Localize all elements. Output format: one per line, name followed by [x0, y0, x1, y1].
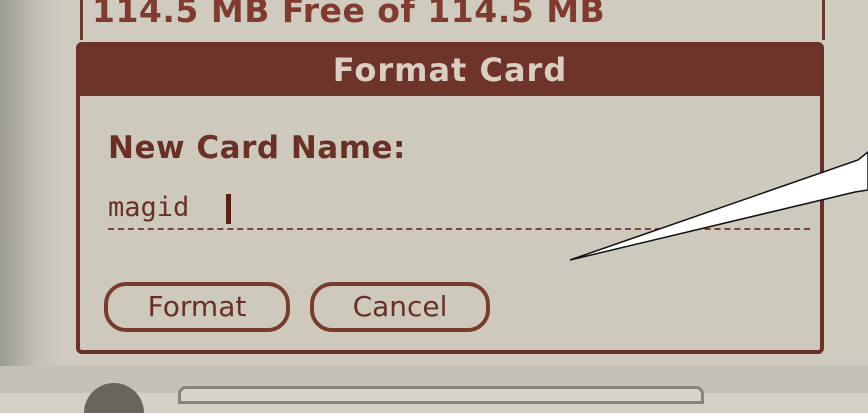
- format-button[interactable]: Format: [104, 282, 290, 332]
- device-bezel: [0, 0, 62, 393]
- cancel-button[interactable]: Cancel: [310, 282, 490, 332]
- storage-panel-left-border: [80, 0, 83, 40]
- text-cursor: [226, 194, 231, 224]
- card-name-label: New Card Name:: [108, 130, 406, 166]
- card-name-input[interactable]: [108, 186, 810, 230]
- storage-status-text: 114.5 MB Free of 114.5 MB: [92, 0, 606, 30]
- dialog-titlebar: Format Card: [80, 46, 820, 96]
- device-photo: 114.5 MB Free of 114.5 MB Format Card Ne…: [0, 0, 868, 413]
- storage-panel-right-border: [822, 0, 825, 40]
- dialog-title: Format Card: [332, 51, 568, 89]
- format-card-dialog: Format Card New Card Name: Format Cancel: [76, 42, 824, 354]
- device-graffiti-area: [178, 386, 704, 404]
